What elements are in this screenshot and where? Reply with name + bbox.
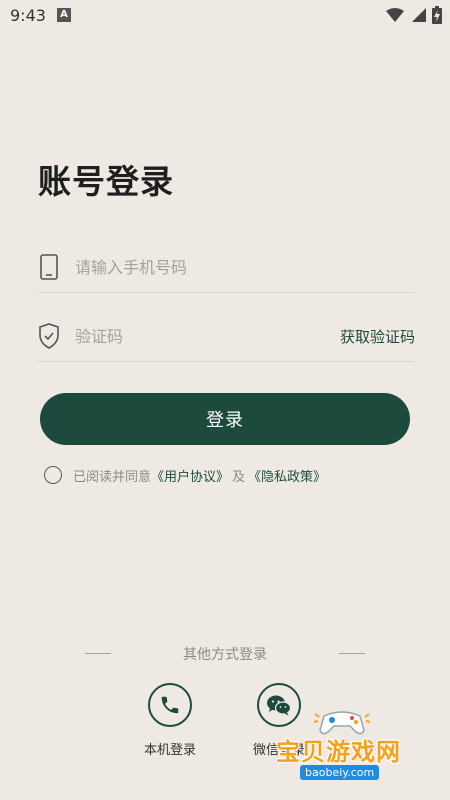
notification-a-icon: A bbox=[57, 8, 71, 22]
status-bar: 9:43 A bbox=[0, 0, 450, 32]
agreement-separator: 及 bbox=[232, 469, 246, 485]
privacy-policy-link[interactable]: 《隐私政策》 bbox=[248, 466, 326, 485]
shield-check-icon bbox=[39, 323, 59, 349]
phone-input[interactable] bbox=[75, 254, 335, 280]
code-field-row: 获取验证码 bbox=[38, 311, 415, 362]
watermark-text: 宝贝游戏网 bbox=[276, 738, 401, 766]
divider-right bbox=[339, 653, 365, 654]
get-code-button[interactable]: 获取验证码 bbox=[340, 326, 415, 347]
status-time: 9:43 bbox=[10, 6, 46, 25]
local-login-label: 本机登录 bbox=[143, 743, 196, 758]
verification-code-input[interactable] bbox=[75, 323, 335, 349]
agree-checkbox[interactable] bbox=[44, 466, 62, 484]
agreement-row: 已阅读并同意 《用户协议》 及 《隐私政策》 bbox=[44, 464, 326, 486]
signal-icon bbox=[412, 8, 426, 22]
watermark: 宝贝游戏网 baobeiy.com bbox=[272, 708, 422, 788]
local-phone-login-button[interactable]: 本机登录 bbox=[130, 683, 210, 758]
agreement-prefix: 已阅读并同意 bbox=[73, 469, 152, 485]
phone-field-row bbox=[38, 242, 415, 293]
login-button[interactable]: 登录 bbox=[40, 393, 410, 445]
user-agreement-link[interactable]: 《用户协议》 bbox=[151, 466, 229, 485]
mobile-phone-icon bbox=[40, 254, 58, 280]
other-login-header: 其他方式登录 bbox=[85, 643, 365, 663]
status-icons bbox=[386, 6, 442, 24]
page-title: 账号登录 bbox=[38, 162, 174, 201]
watermark-url: baobeiy.com bbox=[300, 765, 380, 780]
wifi-icon bbox=[386, 8, 404, 22]
other-login-title: 其他方式登录 bbox=[183, 647, 267, 663]
battery-charging-icon bbox=[432, 6, 442, 24]
phone-icon bbox=[161, 696, 179, 714]
local-login-circle bbox=[148, 683, 192, 727]
